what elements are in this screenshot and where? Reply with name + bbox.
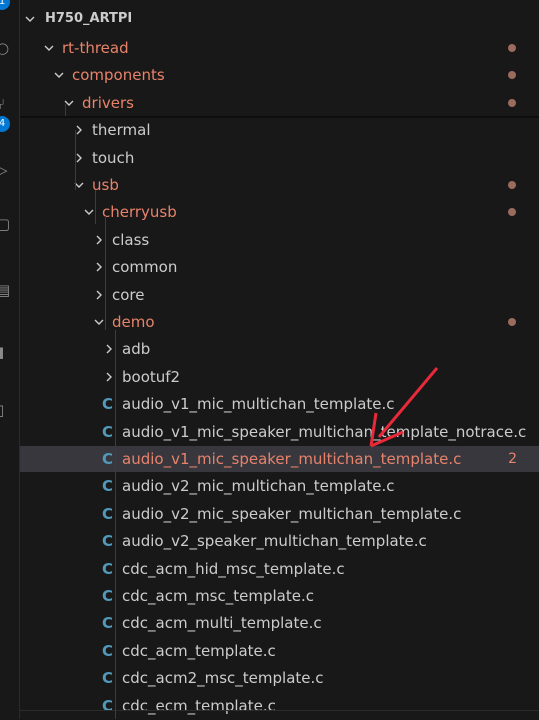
folder-row[interactable]: core [20,282,539,308]
folder-row[interactable]: cherryusb [20,199,539,225]
file-label: audio_v1_mic_speaker_multichan_template_… [122,422,527,441]
c-file-icon: C [102,504,114,523]
folder-label: adb [122,340,151,359]
indent-guide [115,330,116,719]
chevron-down-icon [42,35,56,61]
notification-badge: 1 [0,0,10,10]
chevron-down-icon [52,62,66,88]
folder-label: cherryusb [102,203,177,222]
c-file-icon: C [102,559,114,578]
folder-label: drivers [82,93,134,112]
file-row[interactable]: Caudio_v1_mic_speaker_multichan_template… [20,446,539,472]
file-label: cdc_acm_multi_template.c [122,614,322,633]
chevron-right-icon [92,282,106,308]
file-label: audio_v1_mic_speaker_multichan_template.… [122,450,462,468]
accounts-icon[interactable]: ○ [0,40,12,56]
file-row[interactable]: Ccdc_acm_multi_template.c [20,610,539,636]
chevron-down-icon [92,309,106,335]
file-label: cdc_acm_msc_template.c [122,587,314,605]
file-row[interactable]: Caudio_v2_mic_speaker_multichan_template… [20,501,539,527]
folder-label: class [112,230,150,249]
folder-row[interactable]: adb [20,336,539,362]
folder-row[interactable]: bootuf2 [20,364,539,390]
folder-label: thermal [92,121,151,140]
folder-label: touch [92,148,135,167]
explorer-root-label: H750_ARTPI [45,11,133,26]
folder-row[interactable]: demo [20,309,539,335]
c-file-icon: C [102,587,114,605]
folder-row[interactable]: common [20,254,539,280]
folder-label: bootuf2 [122,367,181,386]
file-row[interactable]: Ccdc_acm_msc_template.c [20,583,539,609]
c-file-icon: C [102,450,114,468]
file-row[interactable]: Caudio_v1_mic_multichan_template.c [20,391,539,417]
chevron-right-icon [102,364,116,390]
folder-row[interactable]: usb [20,172,539,198]
file-label: cdc_acm2_msc_template.c [122,669,324,688]
indent-guide [75,130,76,190]
c-file-icon: C [102,532,114,551]
chevron-right-icon [102,336,116,362]
folder-row[interactable]: class [20,227,539,253]
file-row[interactable]: Ccdc_acm2_msc_template.c [20,665,539,691]
folder-row[interactable]: components [20,62,539,88]
folder-row[interactable]: touch [20,145,539,171]
modified-dot-icon [508,44,516,52]
file-row[interactable]: Caudio_v2_speaker_multichan_template.c [20,528,539,554]
chevron-down-icon [23,8,37,34]
c-file-icon: C [102,614,114,633]
source-control-badge: 4 [0,116,10,132]
file-label: cdc_acm_template.c [122,641,276,660]
source-control-icon[interactable]: ⑂ [0,96,12,112]
folder-row[interactable]: thermal [20,117,539,143]
file-label: audio_v2_mic_multichan_template.c [122,477,395,496]
explorer-panel: H750_ARTPI rt-thread components drivers the… [20,0,539,719]
sticky-scroll-divider [20,116,539,118]
modified-dot-icon [508,181,516,189]
folder-label: core [112,285,145,304]
c-file-icon: C [102,477,114,496]
modified-dot-icon [508,71,516,80]
folder-label: usb [92,176,119,194]
folder-label: common [112,258,178,277]
folder-label: rt-thread [62,39,129,57]
file-label: audio_v1_mic_multichan_template.c [122,395,395,414]
file-row[interactable]: Caudio_v2_mic_multichan_template.c [20,473,539,499]
folder-row[interactable]: drivers [20,90,539,116]
c-file-icon: C [102,669,114,688]
chevron-right-icon [92,254,106,280]
folder-label: components [72,66,165,85]
c-file-icon: C [102,422,114,441]
file-row[interactable]: Ccdc_acm_template.c [20,638,539,664]
indent-guide [65,104,66,116]
file-row[interactable]: Caudio_v1_mic_speaker_multichan_template… [20,419,539,445]
explorer-root-header[interactable]: H750_ARTPI [20,8,539,30]
chevron-right-icon [92,227,106,253]
file-row[interactable]: Ccdc_acm_hid_msc_template.c [20,556,539,582]
modified-dot-icon [508,318,516,326]
file-label: cdc_acm_hid_msc_template.c [122,559,345,578]
folder-row[interactable]: rt-thread [20,35,539,61]
file-label: audio_v2_speaker_multichan_template.c [122,532,427,551]
c-file-icon: C [102,395,114,414]
file-label: audio_v2_mic_speaker_multichan_template.… [122,504,462,523]
run-debug-icon[interactable]: ▷ [0,162,12,178]
extensions-icon[interactable]: ▢ [0,216,12,232]
terminal-icon[interactable]: ▯ [0,402,12,418]
testing-icon[interactable]: ▮ [0,344,12,360]
indent-guide [95,190,96,224]
chevron-down-icon [82,199,96,225]
activity-bar: 1 ○ ⑂ 4 ▷ ▢ ▤ ▮ ▯ [0,0,20,719]
problem-count-badge: 2 [508,451,517,467]
remote-icon[interactable]: ▤ [0,282,12,298]
indent-guide [105,216,106,330]
folder-label: demo [112,313,155,331]
c-file-icon: C [102,641,114,660]
modified-dot-icon [508,208,516,217]
modified-dot-icon [508,98,516,107]
